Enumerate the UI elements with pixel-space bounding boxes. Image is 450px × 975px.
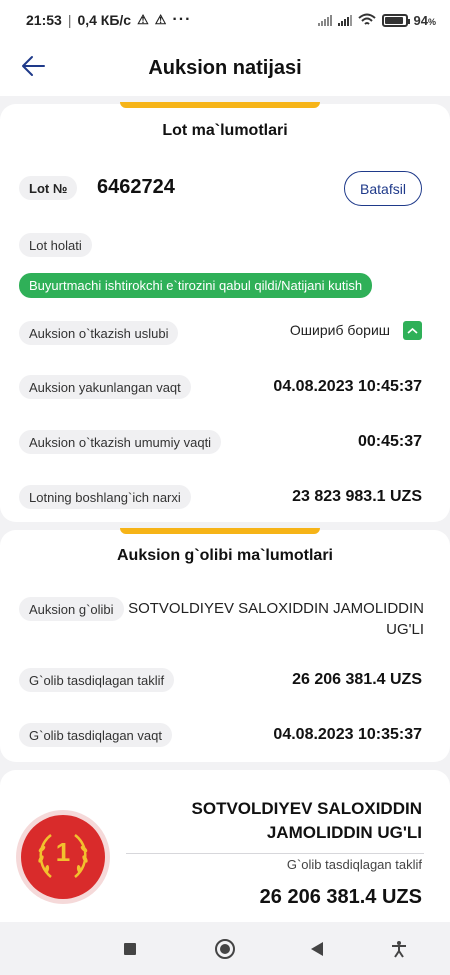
app-header: Auksion natijasi xyxy=(0,40,450,96)
winner-offer-label: G`olib tasdiqlagan taklif xyxy=(19,668,175,692)
duration-value: 00:45:37 xyxy=(357,433,422,450)
start-price-label: Lotning boshlang`ich narxi xyxy=(19,485,191,509)
accessibility-button[interactable] xyxy=(386,936,412,962)
lot-status-badge: Buyurtmachi ishtirokchi e`tirozini qabul… xyxy=(19,273,373,298)
network-speed: 0,4 КБ/с xyxy=(77,12,132,28)
chevron-up-icon xyxy=(407,327,418,334)
system-nav-bar xyxy=(0,922,450,975)
auction-method-label: Auksion o`tkazish uslubi xyxy=(19,321,179,345)
lot-status-label: Lot holati xyxy=(19,233,92,257)
lot-card-title: Lot ma`lumotlari xyxy=(162,122,288,139)
summary-divider xyxy=(126,853,424,854)
page-title: Auksion natijasi xyxy=(148,56,302,79)
winner-label: Auksion g`olibi xyxy=(19,597,124,621)
back-icon xyxy=(311,942,323,956)
back-button[interactable] xyxy=(304,936,330,962)
battery-icon xyxy=(381,13,410,27)
winner-info-card: Auksion g`olibi ma`lumotlari Auksion g`o… xyxy=(0,528,450,762)
status-right: 94% xyxy=(317,13,436,28)
winner-time-label: G`olib tasdiqlagan vaqt xyxy=(19,723,172,747)
end-time-value: 04.08.2023 10:45:37 xyxy=(273,378,422,395)
separator: | xyxy=(67,12,72,28)
clock: 21:53 xyxy=(26,12,62,28)
battery-fill xyxy=(384,16,404,24)
method-toggle-button[interactable] xyxy=(403,321,422,340)
battery-percent: 94% xyxy=(414,13,436,28)
battery-percent-unit: % xyxy=(427,16,436,27)
summary-offer-label: G`olib tasdiqlagan taklif xyxy=(286,857,422,872)
battery-percent-value: 94 xyxy=(413,12,428,28)
warning-icon: ⚠ xyxy=(137,12,149,27)
end-time-label: Auksion yakunlangan vaqt xyxy=(19,375,191,399)
lot-number: 6462724 xyxy=(97,176,175,198)
signal-icon xyxy=(337,14,352,26)
duration-label: Auksion o`tkazish umumiy vaqti xyxy=(19,430,222,454)
home-button[interactable] xyxy=(212,936,238,962)
auction-method-value: Ошириб бориш xyxy=(289,322,390,338)
home-icon xyxy=(215,939,235,959)
rank-medal: 1 xyxy=(21,815,105,899)
summary-offer-value: 26 206 381.4 UZS xyxy=(259,886,422,908)
winner-time-value: 04.08.2023 10:35:37 xyxy=(273,726,422,743)
signal-icon xyxy=(317,14,332,26)
lot-number-label: Lot № xyxy=(19,176,78,200)
status-left: 21:53 | 0,4 КБ/с ⚠ ⚠ ··· xyxy=(26,11,191,29)
card-accent-tab xyxy=(120,528,320,534)
start-price-value: 23 823 983.1 UZS xyxy=(292,488,422,505)
details-button[interactable]: Batafsil xyxy=(344,171,422,206)
stop-icon xyxy=(124,943,136,955)
more-notifications: ··· xyxy=(172,11,192,28)
accessibility-icon xyxy=(392,941,406,958)
winner-offer-value: 26 206 381.4 UZS xyxy=(292,671,422,688)
rank-number: 1 xyxy=(55,837,71,867)
winner-name: SOTVOLDIYEV SALOXIDDIN JAMOLIDDIN UG'LI xyxy=(128,600,424,638)
lot-info-card: Lot ma`lumotlari Lot № 6462724 Batafsil … xyxy=(0,102,450,522)
winner-card-title: Auksion g`olibi ma`lumotlari xyxy=(116,547,333,564)
recents-button[interactable] xyxy=(117,936,143,962)
wifi-icon xyxy=(357,13,376,25)
warning-icon: ⚠ xyxy=(154,12,167,27)
card-accent-tab xyxy=(120,102,320,108)
status-bar: 21:53 | 0,4 КБ/с ⚠ ⚠ ··· 94% xyxy=(0,0,450,40)
back-arrow-icon[interactable] xyxy=(20,53,46,79)
summary-winner-name: SOTVOLDIYEV SALOXIDDIN JAMOLIDDIN UG'LI xyxy=(191,799,422,842)
